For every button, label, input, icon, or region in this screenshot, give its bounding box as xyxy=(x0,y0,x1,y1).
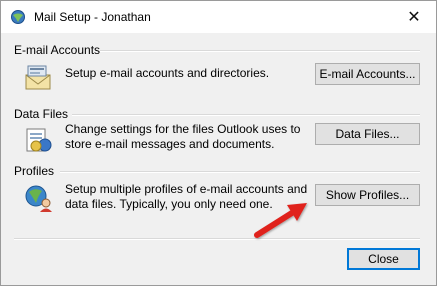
mail-accounts-icon xyxy=(25,65,51,90)
data-files-button[interactable]: Data Files... xyxy=(315,123,420,145)
title-bar: Mail Setup - Jonathan ✕ xyxy=(1,1,436,33)
show-profiles-button[interactable]: Show Profiles... xyxy=(315,184,420,206)
email-accounts-description: Setup e-mail accounts and directories. xyxy=(65,66,270,80)
profiles-separator xyxy=(60,171,420,173)
profiles-icon xyxy=(25,185,52,212)
annotation-arrow-icon xyxy=(254,203,307,238)
data-files-separator xyxy=(72,114,420,116)
email-accounts-separator xyxy=(100,50,420,52)
mail-setup-app-icon xyxy=(11,10,25,24)
dialog-body: E-mail Accounts Setup e-mail accounts an… xyxy=(1,33,436,285)
data-files-section-label: Data Files xyxy=(14,107,69,121)
email-accounts-section-label: E-mail Accounts xyxy=(14,43,101,57)
close-button[interactable]: Close xyxy=(347,248,420,270)
profiles-section-label: Profiles xyxy=(14,164,55,178)
footer-separator xyxy=(14,238,420,240)
mail-setup-dialog: Mail Setup - Jonathan ✕ E-mail Accounts … xyxy=(0,0,437,286)
email-accounts-button[interactable]: E-mail Accounts... xyxy=(315,63,420,85)
window-title: Mail Setup - Jonathan xyxy=(34,10,151,24)
window-close-icon[interactable]: ✕ xyxy=(392,1,436,33)
data-files-icon xyxy=(26,128,52,152)
data-files-description: Change settings for the files Outlook us… xyxy=(65,122,301,151)
